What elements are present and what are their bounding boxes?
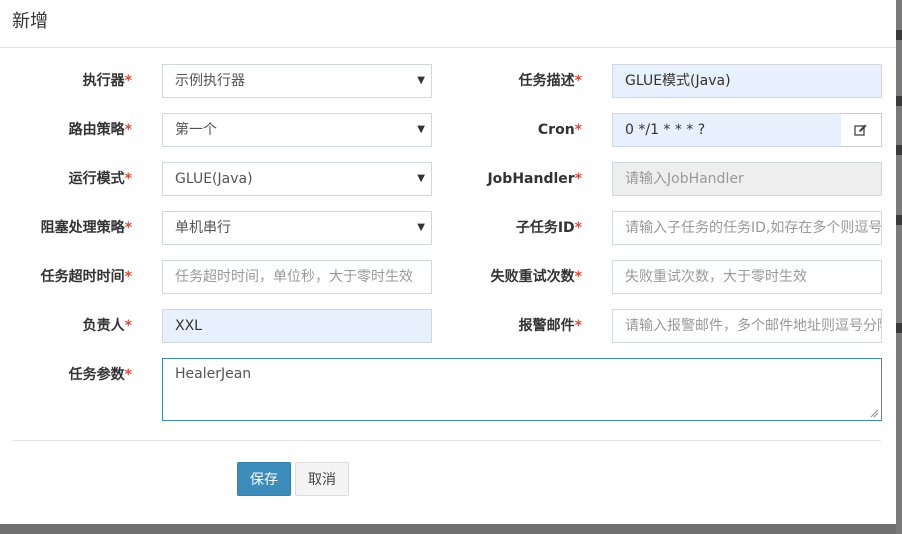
job-handler-input: 请输入JobHandler — [612, 162, 882, 196]
chevron-down-icon: ▼ — [417, 75, 425, 86]
backdrop-edge — [896, 0, 902, 534]
fail-retry-input[interactable]: 失败重试次数，大于零时生效 — [612, 260, 882, 294]
route-strategy-select[interactable]: 第一个 ▼ — [162, 113, 432, 147]
add-job-modal: 新增 执行器* 示例执行器 ▼ 任务描述* GLUE模式(Java) 路由策略*… — [0, 0, 896, 524]
glue-type-value: GLUE(Java) — [175, 171, 253, 187]
block-strategy-value: 单机串行 — [175, 220, 231, 236]
child-job-id-label: 子任务ID* — [515, 220, 582, 236]
author-label: 负责人* — [82, 318, 132, 334]
executor-value: 示例执行器 — [175, 73, 245, 89]
job-param-textarea[interactable]: HealerJean — [162, 358, 882, 421]
cancel-button[interactable]: 取消 — [295, 462, 349, 496]
block-strategy-select[interactable]: 单机串行 ▼ — [162, 211, 432, 245]
edit-icon — [854, 124, 867, 136]
job-param-label: 任务参数* — [68, 367, 132, 383]
alarm-email-input[interactable]: 请输入报警邮件，多个邮件地址则逗号分隔 — [612, 309, 882, 343]
block-strategy-label: 阻塞处理策略* — [40, 220, 132, 236]
job-handler-label: JobHandler* — [487, 171, 582, 187]
chevron-down-icon: ▼ — [417, 173, 425, 184]
chevron-down-icon: ▼ — [417, 124, 425, 135]
save-button[interactable]: 保存 — [237, 462, 291, 496]
job-desc-label: 任务描述* — [518, 73, 582, 89]
form-divider — [12, 440, 881, 441]
chevron-down-icon: ▼ — [417, 222, 425, 233]
fail-retry-label: 失败重试次数* — [490, 269, 582, 285]
cron-input[interactable]: 0 */1 * * * ? — [612, 113, 842, 147]
executor-select[interactable]: 示例执行器 ▼ — [162, 64, 432, 98]
route-strategy-value: 第一个 — [175, 122, 217, 138]
timeout-input[interactable]: 任务超时时间，单位秒，大于零时生效 — [162, 260, 432, 294]
job-param-value: HealerJean — [175, 366, 252, 382]
resize-handle-icon[interactable] — [870, 409, 879, 418]
cron-label: Cron* — [537, 122, 582, 138]
executor-label: 执行器* — [82, 73, 132, 89]
modal-title: 新增 — [12, 11, 48, 32]
author-input[interactable]: XXL — [162, 309, 432, 343]
modal-header: 新增 — [0, 0, 896, 48]
alarm-email-label: 报警邮件* — [518, 318, 582, 334]
route-strategy-label: 路由策略* — [68, 122, 132, 138]
timeout-label: 任务超时时间* — [40, 269, 132, 285]
cron-edit-button[interactable] — [841, 113, 882, 147]
job-desc-input[interactable]: GLUE模式(Java) — [612, 64, 882, 98]
child-job-id-input[interactable]: 请输入子任务的任务ID,如存在多个则逗号分隔 — [612, 211, 882, 245]
glue-type-label: 运行模式* — [68, 171, 132, 187]
glue-type-select[interactable]: GLUE(Java) ▼ — [162, 162, 432, 196]
